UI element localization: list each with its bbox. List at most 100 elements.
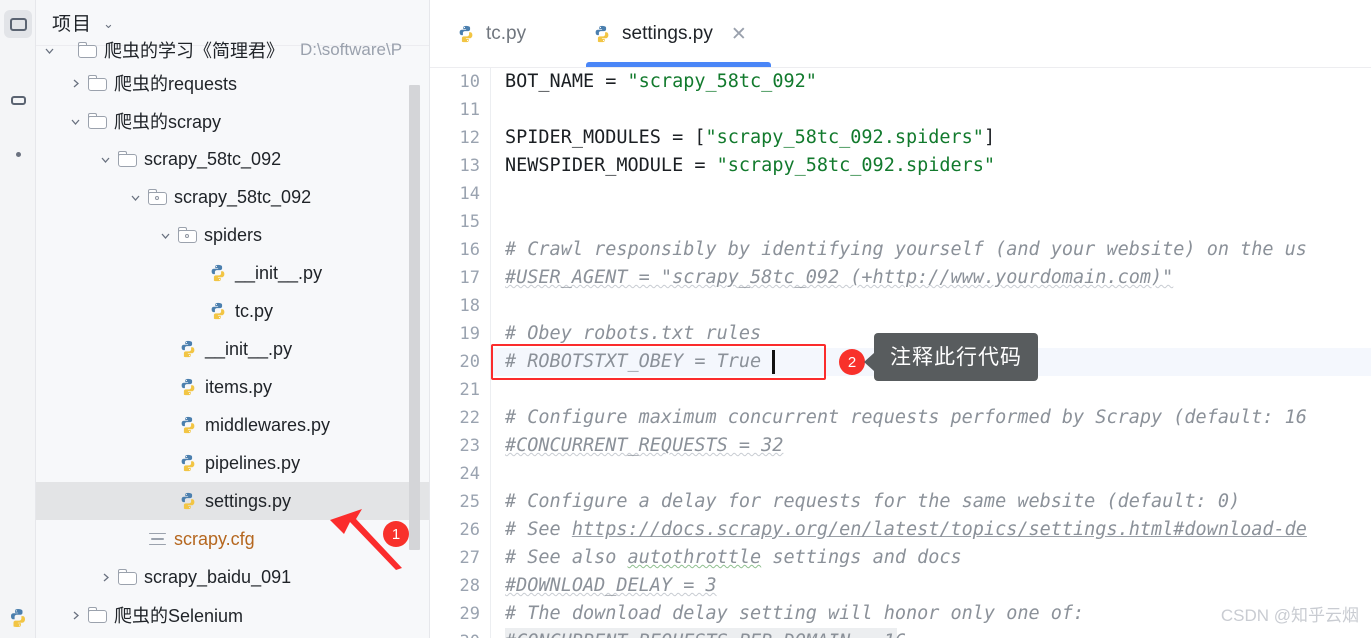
window-glyph <box>9 17 27 31</box>
folder-icon <box>118 569 137 585</box>
code-string: "scrapy_58tc_092.spiders" <box>705 127 984 148</box>
tree-item-label: 爬虫的scrapy <box>114 112 222 132</box>
python-file-icon <box>208 301 228 321</box>
python-file-icon <box>178 377 198 397</box>
window-glyph-small <box>10 95 26 105</box>
tree-item-pipelinespy[interactable]: · pipelines.py <box>36 444 429 482</box>
tree-item-label: 爬虫的Selenium <box>114 606 244 626</box>
code-comment: settings and docs <box>761 547 962 568</box>
chevron-down-icon[interactable]: ⌄ <box>103 17 114 30</box>
code-comment: #USER_AGENT = "scrapy_58tc_092 (+http://… <box>505 267 1174 288</box>
chevron-right-icon[interactable] <box>62 77 88 90</box>
close-icon[interactable]: ✕ <box>731 25 747 44</box>
tree-item-scrapy_58tc_092[interactable]: scrapy_58tc_092 <box>36 140 429 178</box>
tree-item-label: scrapy_baidu_091 <box>144 566 292 587</box>
code-line[interactable]: # See https://docs.scrapy.org/en/latest/… <box>505 516 1307 544</box>
tree-item-Selenium[interactable]: 爬虫的Selenium <box>36 596 429 634</box>
chevron-down-icon[interactable] <box>122 191 148 204</box>
tree-item-spiders[interactable]: spiders <box>36 216 429 254</box>
tab-settings-py[interactable]: settings.py ✕ <box>588 0 751 68</box>
code-comment: #CONCURRENT_REQUESTS_PER_DOMAIN = 16 <box>505 631 906 638</box>
code-line[interactable]: SPIDER_MODULES = ["scrapy_58tc_092.spide… <box>505 124 995 152</box>
tree-spacer: · <box>152 342 178 357</box>
tree-item-label: 爬虫的requests <box>114 74 238 94</box>
code-line[interactable]: # Obey robots.txt rules <box>505 320 761 348</box>
chevron-down-icon[interactable] <box>92 153 118 166</box>
code-line[interactable]: #CONCURRENT_REQUESTS_PER_DOMAIN = 16 <box>505 628 906 638</box>
config-file-icon <box>148 532 167 547</box>
tree-item-middlewarespy[interactable]: · middlewares.py <box>36 406 429 444</box>
line-number: 29 <box>459 604 480 624</box>
code-line[interactable]: # Configure maximum concurrent requests … <box>505 404 1307 432</box>
chevron-down-icon[interactable] <box>152 229 178 242</box>
tree-spacer: · <box>152 494 178 509</box>
code-text: BOT_NAME = <box>505 71 628 92</box>
tree-item-__init__py[interactable]: · __init__.py <box>36 254 429 292</box>
tree-item-scrapycfg[interactable]: · scrapy.cfg <box>36 520 429 558</box>
tree-spacer: · <box>182 304 208 319</box>
tree-item-itemspy[interactable]: · items.py <box>36 368 429 406</box>
line-number: 28 <box>459 576 480 596</box>
project-tool-window-icon[interactable] <box>4 10 32 38</box>
tree-item-label: __init__.py <box>205 338 293 359</box>
code-line[interactable]: NEWSPIDER_MODULE = "scrapy_58tc_092.spid… <box>505 152 995 180</box>
line-number: 10 <box>459 72 480 92</box>
python-file-icon <box>208 263 228 283</box>
line-number-gutter: 10 11 12 13 14 15 16 17 18 19 20 21 22 23 24 25 26 27 28 29… <box>430 68 491 638</box>
left-tool-strip <box>0 0 36 638</box>
tree-item-__init__py[interactable]: · __init__.py <box>36 330 429 368</box>
text-caret <box>772 350 775 374</box>
chevron-down-icon[interactable] <box>36 44 62 57</box>
folder-icon <box>78 42 97 58</box>
tree-item-label: tc.py <box>235 300 274 321</box>
line-number: 30 <box>440 628 480 638</box>
code-line[interactable]: # Configure a delay for requests for the… <box>505 488 1240 516</box>
tree-item-scrapy_baidu_091[interactable]: scrapy_baidu_091 <box>36 558 429 596</box>
code-line[interactable]: # The download delay setting will honor … <box>505 600 1084 628</box>
tree-spacer: · <box>182 266 208 281</box>
code-line[interactable]: # Crawl responsibly by identifying yours… <box>505 236 1307 264</box>
project-panel-scrollbar[interactable] <box>409 85 420 550</box>
page-title: 项目 <box>52 14 93 35</box>
tree-root-row[interactable]: 爬虫的学习《简理君》 D:\software\P <box>36 36 429 64</box>
code-comment: # Obey robots.txt rules <box>505 323 762 344</box>
chevron-right-icon[interactable] <box>62 609 88 622</box>
python-console-icon[interactable] <box>4 604 32 632</box>
tree-item-path: D:\software\P <box>300 40 403 59</box>
code-comment: #CONCURRENT_REQUESTS = 32 <box>505 435 784 456</box>
annotation-badge-2: 2 <box>839 349 865 375</box>
code-comment: # ROBOTSTXT_OBEY = True <box>505 351 762 372</box>
code-comment: # Crawl responsibly by identifying yours… <box>505 239 1307 260</box>
tab-tc-py[interactable]: tc.py <box>452 0 530 68</box>
tree-item-label: scrapy.cfg <box>174 528 255 549</box>
tree-item-scrapy[interactable]: 爬虫的scrapy <box>36 102 429 140</box>
tree-spacer: · <box>152 418 178 433</box>
tree-item-settingspy[interactable]: · settings.py <box>36 482 429 520</box>
line-number: 16 <box>459 240 480 260</box>
code-comment: # See also <box>505 547 628 568</box>
line-number: 19 <box>459 324 480 344</box>
code-line[interactable]: #CONCURRENT_REQUESTS = 32 <box>505 432 783 460</box>
tree-item-scrapy_58tc_092[interactable]: scrapy_58tc_092 <box>36 178 429 216</box>
chevron-down-icon[interactable] <box>62 115 88 128</box>
tree-item-label: spiders <box>204 224 263 245</box>
tree-spacer: · <box>122 532 148 547</box>
python-file-icon <box>456 24 476 44</box>
tree-item-requests[interactable]: 爬虫的requests <box>36 64 429 102</box>
code-line[interactable]: # ROBOTSTXT_OBEY = True <box>505 348 761 376</box>
tree-item-label: scrapy_58tc_092 <box>144 148 282 169</box>
code-link[interactable]: https://docs.scrapy.org/en/latest/topics… <box>572 519 1307 540</box>
code-line[interactable]: BOT_NAME = "scrapy_58tc_092" <box>505 68 817 96</box>
package-folder-icon <box>178 227 197 243</box>
code-line[interactable]: # See also autothrottle settings and doc… <box>505 544 962 572</box>
code-line[interactable]: #USER_AGENT = "scrapy_58tc_092 (+http://… <box>505 264 1173 292</box>
tree-item-tcpy[interactable]: · tc.py <box>36 292 429 330</box>
commit-tool-window-icon[interactable] <box>4 86 32 114</box>
chevron-right-icon[interactable] <box>92 571 118 584</box>
line-number: 18 <box>459 296 480 316</box>
project-file-tree[interactable]: 爬虫的学习《简理君》 D:\software\P 爬虫的requests 爬虫的scr… <box>36 40 429 638</box>
more-tool-windows-dot-icon[interactable] <box>4 140 32 168</box>
line-number: 23 <box>459 436 480 456</box>
python-glyph <box>11 609 25 627</box>
code-line[interactable]: #DOWNLOAD_DELAY = 3 <box>505 572 717 600</box>
